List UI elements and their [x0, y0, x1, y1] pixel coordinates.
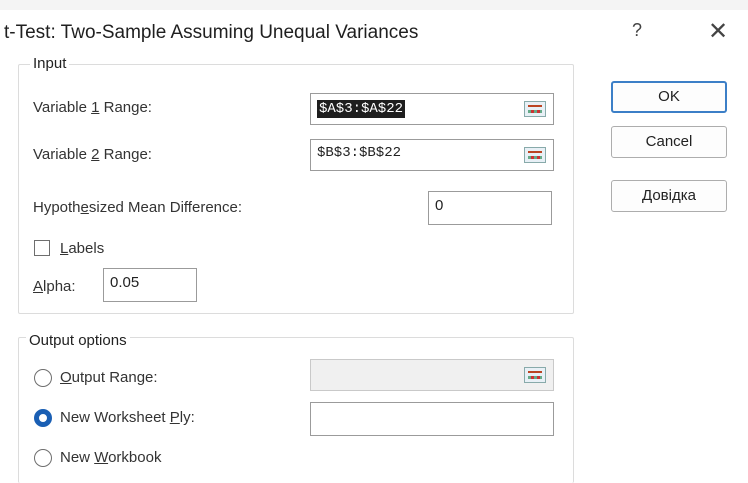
alpha-input[interactable]: 0.05: [103, 268, 197, 302]
input-group-title: Input: [30, 55, 70, 72]
new-workbook-radio[interactable]: [34, 449, 52, 467]
cancel-button[interactable]: Cancel: [611, 126, 727, 158]
help-button[interactable]: Довідка: [611, 180, 727, 212]
collapse-dialog-icon[interactable]: [524, 101, 546, 117]
dialog-title: t-Test: Two-Sample Assuming Unequal Vari…: [4, 22, 419, 43]
collapse-dialog-icon[interactable]: [524, 367, 546, 383]
labels-checkbox[interactable]: [34, 240, 50, 256]
output-range-radio[interactable]: [34, 369, 52, 387]
help-question-icon[interactable]: ?: [632, 20, 642, 41]
hypothesized-mean-difference-label: Hypothesized Mean Difference:: [33, 199, 243, 216]
ok-button[interactable]: OK: [611, 81, 727, 113]
variable-1-range-input[interactable]: $A$3:$A$22: [310, 93, 554, 125]
output-options-title: Output options: [26, 332, 130, 349]
output-range-input[interactable]: [310, 359, 554, 391]
new-worksheet-ply-input[interactable]: [310, 402, 554, 436]
new-worksheet-ply-radio[interactable]: [34, 409, 52, 427]
collapse-dialog-icon[interactable]: [524, 147, 546, 163]
new-worksheet-ply-label: New Worksheet Ply:: [60, 409, 195, 426]
close-icon[interactable]: ✕: [708, 17, 728, 46]
variable-1-range-value: $A$3:$A$22: [317, 100, 406, 118]
alpha-label: Alpha:: [33, 278, 76, 295]
output-range-label: Output Range:: [60, 369, 158, 386]
variable-2-range-input[interactable]: $B$3:$B$22: [310, 139, 554, 171]
variable-1-range-label: Variable 1 Range:: [33, 99, 152, 116]
hypothesized-mean-difference-input[interactable]: 0: [428, 191, 552, 225]
labels-label: Labels: [60, 240, 105, 257]
new-workbook-label: New Workbook: [60, 449, 162, 466]
variable-2-range-label: Variable 2 Range:: [33, 146, 152, 163]
